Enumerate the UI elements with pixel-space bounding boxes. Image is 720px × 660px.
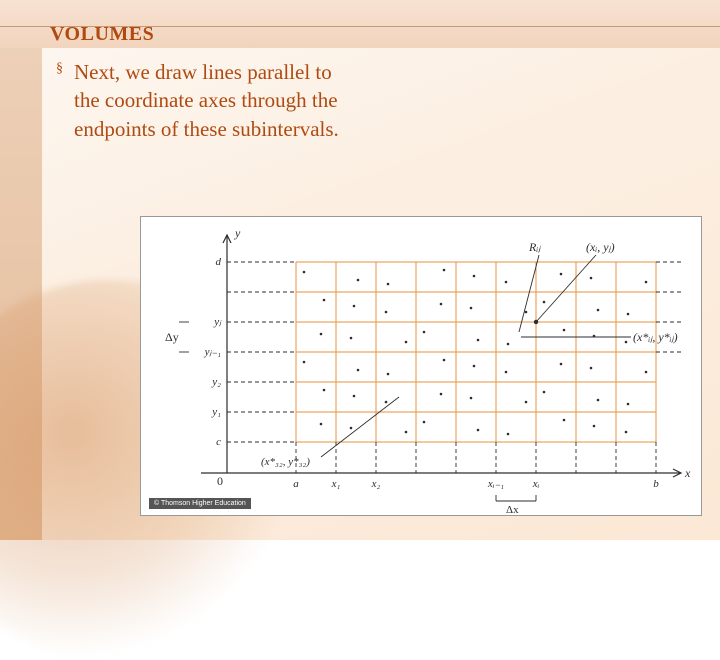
slide-title: VOLUMES	[50, 23, 154, 46]
y-tick-d: d	[216, 256, 222, 268]
x-tick-xi: xᵢ	[532, 478, 540, 490]
y-tick-c: c	[216, 436, 221, 448]
bullet-icon: §	[56, 60, 63, 79]
x-tick-a: a	[293, 478, 299, 490]
y-tick-y2: y₂	[211, 376, 221, 388]
x-axis-label: x	[684, 466, 691, 480]
slide-body: § Next, we draw lines parallel to the co…	[74, 58, 354, 143]
x-tick-x2: x₂	[371, 478, 381, 490]
x-tick-x1: x₁	[331, 478, 341, 490]
origin-label: 0	[217, 474, 223, 488]
body-paragraph: Next, we draw lines parallel to the coor…	[74, 60, 339, 141]
x-tick-xi-1: xᵢ₋₁	[487, 478, 504, 490]
delta-x-label: Δx	[506, 504, 519, 516]
figure-grid-partition: y x 0	[140, 216, 702, 516]
y-tick-yj: yⱼ	[213, 316, 222, 328]
delta-y-label: Δy	[165, 330, 179, 344]
sample-point-label: (x*ᵢⱼ, y*ᵢⱼ)	[633, 330, 678, 344]
r-ij-label: Rᵢⱼ	[528, 240, 541, 254]
figure-credit: © Thomson Higher Education	[149, 498, 251, 509]
y-tick-yj-1: yⱼ₋₁	[204, 346, 222, 358]
x-tick-b: b	[653, 478, 659, 490]
y-tick-y1: y₁	[211, 406, 221, 418]
corner-point-label: (xᵢ, yⱼ)	[586, 240, 615, 254]
y-axis-label: y	[234, 226, 241, 240]
sample-point-32-label: (x*₃₂, y*₃₂)	[261, 456, 310, 468]
